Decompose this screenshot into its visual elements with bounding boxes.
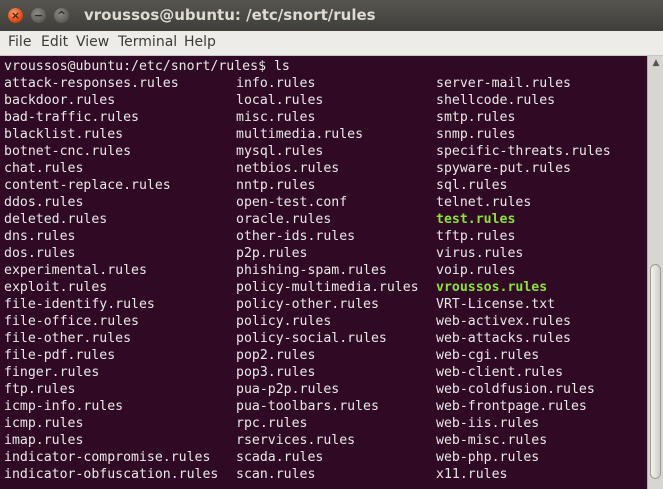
menu-file[interactable]: File (8, 34, 31, 50)
close-button[interactable]: × (8, 8, 23, 23)
minimize-button[interactable]: − (31, 8, 46, 23)
file-entry: attack-responses.rules (4, 76, 179, 91)
file-entry: voip.rules (436, 263, 516, 278)
file-entry: VRT-License.txt (436, 297, 556, 312)
menu-view[interactable]: View (76, 34, 109, 50)
file-entry: botnet-cnc.rules (4, 144, 132, 159)
file-entry: spyware-put.rules (436, 161, 571, 176)
file-entry: pua-toolbars.rules (236, 399, 379, 414)
terminal-output[interactable]: vroussos@ubuntu:/etc/snort/rules$ ls att… (0, 56, 647, 489)
file-entry: pop2.rules (236, 348, 316, 363)
file-entry: snmp.rules (436, 127, 516, 142)
file-entry: dos.rules (4, 246, 76, 261)
file-entry: info.rules (236, 76, 316, 91)
file-entry: bad-traffic.rules (4, 110, 139, 125)
file-entry: deleted.rules (4, 212, 108, 227)
file-entry: web-frontpage.rules (436, 399, 587, 414)
file-entry: file-pdf.rules (4, 348, 116, 363)
file-entry: indicator-obfuscation.rules (4, 467, 219, 482)
scrollbar-thumb[interactable] (650, 264, 661, 479)
file-entry: content-replace.rules (4, 178, 171, 193)
scroll-up-icon[interactable]: ▲ (651, 58, 661, 68)
file-entry: phishing-spam.rules (236, 263, 387, 278)
file-entry: web-iis.rules (436, 416, 540, 431)
file-entry: imap.rules (4, 433, 84, 448)
file-entry: server-mail.rules (436, 76, 571, 91)
file-entry: misc.rules (236, 110, 316, 125)
file-entry: tftp.rules (436, 229, 516, 244)
file-entry: experimental.rules (4, 263, 147, 278)
file-entry: multimedia.rules (236, 127, 364, 142)
file-entry: local.rules (236, 93, 324, 108)
file-entry: dns.rules (4, 229, 76, 244)
file-entry: scada.rules (236, 450, 324, 465)
file-entry: blacklist.rules (4, 127, 124, 142)
window-title: vroussos@ubuntu: /etc/snort/rules (84, 6, 376, 24)
file-entry: mysql.rules (236, 144, 324, 159)
file-entry: ftp.rules (4, 382, 76, 397)
terminal-window: × − ^ vroussos@ubuntu: /etc/snort/rules … (0, 0, 663, 489)
file-entry: exploit.rules (4, 280, 108, 295)
file-entry: file-other.rules (4, 331, 132, 346)
file-entry: web-activex.rules (436, 314, 571, 329)
file-entry: scan.rules (236, 467, 316, 482)
file-entry: test.rules (436, 212, 516, 227)
file-entry: nntp.rules (236, 178, 316, 193)
file-entry: policy-social.rules (236, 331, 387, 346)
file-entry: finger.rules (4, 365, 100, 380)
file-entry: web-attacks.rules (436, 331, 571, 346)
prompt-line: vroussos@ubuntu:/etc/snort/rules$ ls (4, 59, 290, 74)
file-entry: vroussos.rules (436, 280, 548, 295)
file-entry: indicator-compromise.rules (4, 450, 211, 465)
menu-edit[interactable]: Edit (41, 34, 68, 50)
file-entry: file-identify.rules (4, 297, 155, 312)
file-entry: smtp.rules (436, 110, 516, 125)
file-entry: other-ids.rules (236, 229, 356, 244)
file-entry: web-coldfusion.rules (436, 382, 595, 397)
file-entry: backdoor.rules (4, 93, 116, 108)
minimize-icon: − (33, 9, 44, 22)
title-bar[interactable]: × − ^ vroussos@ubuntu: /etc/snort/rules (0, 0, 663, 31)
maximize-button[interactable]: ^ (54, 8, 69, 23)
close-icon: × (10, 9, 21, 22)
file-entry: pop3.rules (236, 365, 316, 380)
file-entry: icmp.rules (4, 416, 84, 431)
file-entry: oracle.rules (236, 212, 332, 227)
file-entry: telnet.rules (436, 195, 532, 210)
file-entry: specific-threats.rules (436, 144, 611, 159)
file-entry: policy.rules (236, 314, 332, 329)
file-entry: sql.rules (436, 178, 508, 193)
file-entry: pua-p2p.rules (236, 382, 340, 397)
vertical-scrollbar[interactable]: ▲ (647, 56, 663, 489)
menu-help[interactable]: Help (184, 34, 216, 50)
file-entry: rservices.rules (236, 433, 356, 448)
file-entry: netbios.rules (236, 161, 340, 176)
file-entry: ddos.rules (4, 195, 84, 210)
file-entry: p2p.rules (236, 246, 308, 261)
file-entry: open-test.conf (236, 195, 348, 210)
file-entry: policy-other.rules (236, 297, 379, 312)
file-entry: web-misc.rules (436, 433, 548, 448)
file-entry: web-php.rules (436, 450, 540, 465)
file-entry: rpc.rules (236, 416, 308, 431)
file-entry: web-client.rules (436, 365, 564, 380)
file-entry: web-cgi.rules (436, 348, 540, 363)
file-entry: icmp-info.rules (4, 399, 124, 414)
maximize-icon: ^ (56, 9, 67, 22)
file-entry: virus.rules (436, 246, 524, 261)
menu-bar: File Edit View Terminal Help (0, 31, 663, 56)
menu-terminal[interactable]: Terminal (118, 34, 177, 50)
file-entry: file-office.rules (4, 314, 139, 329)
file-entry: x11.rules (436, 467, 508, 482)
file-entry: chat.rules (4, 161, 84, 176)
file-entry: policy-multimedia.rules (236, 280, 419, 295)
file-entry: shellcode.rules (436, 93, 556, 108)
